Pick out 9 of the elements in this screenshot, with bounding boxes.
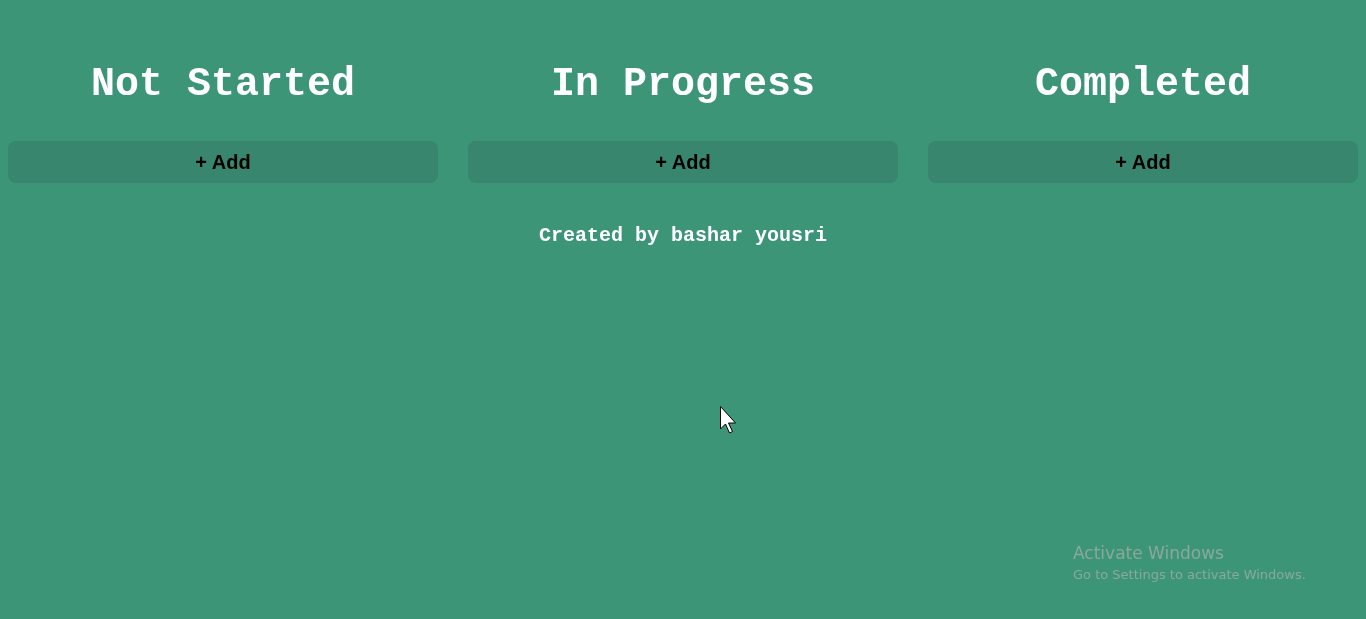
column-title: Not Started — [90, 62, 355, 107]
add-button[interactable]: + Add — [928, 141, 1358, 183]
activation-title: Activate Windows — [1073, 542, 1225, 565]
activation-subtitle: Go to Settings to activate Windows. — [1073, 566, 1306, 584]
add-button[interactable]: + Add — [8, 141, 438, 183]
add-button[interactable]: + Add — [468, 141, 898, 183]
column-title: In Progress — [550, 62, 815, 107]
credit-text: Created by bashar yousri — [538, 224, 827, 248]
column-title: Completed — [1034, 62, 1251, 107]
